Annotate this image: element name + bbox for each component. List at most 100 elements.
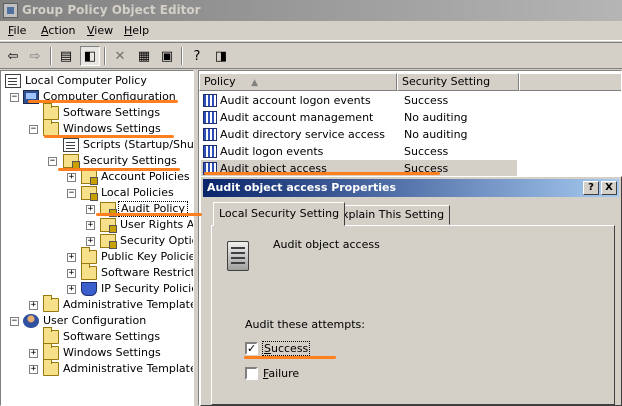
tree-item-user-configuration[interactable]: User Configuration (23, 313, 148, 329)
expand-icon[interactable]: + (86, 205, 95, 214)
up-folder-icon[interactable]: ▤ (56, 46, 76, 66)
collapse-icon[interactable]: − (10, 317, 19, 326)
tree-item-security-settings[interactable]: Security Settings (63, 153, 179, 169)
tree-item-label: IP Security Policies (101, 282, 194, 295)
menu-action[interactable]: Action (41, 24, 75, 37)
folder-icon (43, 343, 59, 360)
folder-icon (81, 263, 97, 280)
annotation-mark (58, 168, 180, 171)
forward-icon[interactable]: ⇨ (25, 46, 45, 66)
tree-item-user-rights[interactable]: User Rights As (100, 217, 193, 233)
collapse-icon[interactable]: − (48, 157, 57, 166)
menu-view[interactable]: View (87, 24, 113, 37)
collapse-icon[interactable]: − (10, 93, 19, 102)
expand-icon[interactable]: + (67, 253, 76, 262)
sort-ascending-icon: ▲ (251, 78, 259, 88)
tree-item-user-administrative-templates[interactable]: Administrative Templates (43, 359, 193, 377)
tree-item-label: User Configuration (43, 314, 147, 327)
tree-item-label: Security Settings (83, 154, 177, 167)
tree-item-label: Local Policies (101, 186, 174, 199)
tree-item-user-software-settings[interactable]: Software Settings (43, 327, 162, 345)
list-item[interactable]: Audit account logon events Success (201, 92, 517, 109)
window-title: Group Policy Object Editor (22, 3, 201, 17)
help-icon[interactable]: ? (187, 46, 207, 66)
console-icon[interactable]: ◨ (211, 46, 231, 66)
collapse-icon[interactable]: − (67, 189, 76, 198)
folder-icon (81, 247, 97, 264)
toolbar-separator (50, 47, 52, 65)
help-button[interactable]: ? (583, 181, 599, 195)
tab-label: Explain This Setting (335, 208, 445, 221)
expand-icon[interactable]: + (86, 237, 95, 246)
export-icon[interactable]: ▣ (157, 46, 177, 66)
expand-icon[interactable]: + (29, 349, 38, 358)
tab-label: Local Security Setting (219, 207, 340, 220)
audit-policy-icon (203, 94, 217, 107)
show-hide-tree-icon[interactable]: ◧ (80, 46, 100, 66)
back-icon[interactable]: ⇦ (3, 46, 23, 66)
tree-item-label: Local Computer Policy (25, 74, 147, 87)
expand-icon[interactable]: + (67, 269, 76, 278)
toolbar-separator (181, 47, 183, 65)
policy-title: Audit object access (273, 238, 380, 251)
policy-setting: Success (404, 94, 449, 107)
dialog-title-bar[interactable]: Audit object access Properties ? X (203, 179, 619, 197)
folder-icon (43, 295, 59, 312)
expand-icon[interactable]: + (67, 173, 76, 182)
column-header-security-setting[interactable]: Security Setting (397, 73, 519, 91)
tree-item-security-options[interactable]: Security Option (100, 233, 193, 249)
window-title-bar[interactable]: Group Policy Object Editor (0, 0, 622, 21)
close-button[interactable]: X (601, 181, 617, 195)
tree-item-local-policies[interactable]: Local Policies (81, 185, 176, 201)
tree-item-software-restriction[interactable]: Software Restrictic (81, 263, 194, 281)
shield-icon (81, 282, 97, 296)
script-icon (63, 138, 79, 152)
tree-item-administrative-templates[interactable]: Administrative Templates (43, 295, 194, 313)
list-item[interactable]: Audit account management No auditing (201, 109, 517, 126)
tree-item-user-windows-settings[interactable]: Windows Settings (43, 343, 163, 361)
failure-checkbox[interactable] (245, 367, 258, 380)
tree-item-label: Windows Settings (63, 122, 161, 135)
tree-item-software-settings[interactable]: Software Settings (43, 103, 162, 121)
success-label[interactable]: Success (262, 341, 311, 356)
column-header-blank (519, 73, 621, 91)
folder-icon (43, 327, 59, 344)
policy-name: Audit directory service access (220, 128, 386, 141)
audit-group-label: Audit these attempts: (245, 318, 365, 331)
app-icon (3, 3, 18, 18)
properties-icon[interactable]: ▦ (134, 46, 154, 66)
list-item[interactable]: Audit directory service access No auditi… (201, 126, 517, 143)
console-tree[interactable]: Local Computer Policy − Computer Configu… (0, 70, 194, 406)
toolbar-separator (104, 47, 106, 65)
policy-name: Audit account logon events (220, 94, 371, 107)
expand-icon[interactable]: + (29, 365, 38, 374)
tree-item-label: Software Restrictic (101, 266, 194, 279)
list-item[interactable]: Audit logon events Success (201, 143, 517, 160)
folder-icon (43, 119, 59, 136)
dialog-title: Audit object access Properties (207, 181, 397, 194)
tab-local-security-setting[interactable]: Local Security Setting (213, 202, 346, 226)
audit-policy-icon (203, 111, 217, 124)
tree-item-scripts[interactable]: Scripts (Startup/Shutdo (63, 137, 193, 153)
policy-setting: No auditing (404, 128, 468, 141)
server-icon (227, 241, 249, 271)
expand-icon[interactable]: + (86, 221, 95, 230)
expand-icon[interactable]: + (67, 285, 76, 294)
menu-help[interactable]: Help (124, 24, 149, 37)
delete-icon[interactable]: ✕ (110, 46, 130, 66)
tree-item-public-key-policies[interactable]: Public Key Policies (81, 247, 193, 265)
tree-item-ip-security-policies[interactable]: IP Security Policies (81, 281, 194, 297)
tree-item-label: Administrative Templates (63, 298, 194, 311)
success-checkbox[interactable]: ✓ (245, 342, 258, 355)
menu-file[interactable]: File (8, 24, 26, 37)
expand-icon[interactable]: + (29, 301, 38, 310)
failure-label[interactable]: Failure (263, 367, 299, 380)
tree-item-label: Security Option (120, 234, 193, 247)
tree-item-local-computer-policy[interactable]: Local Computer Policy (5, 73, 149, 89)
collapse-icon[interactable]: − (29, 125, 38, 134)
tab-explain-this-setting[interactable]: Explain This Setting (329, 205, 451, 225)
column-header-policy[interactable]: Policy ▲ (199, 73, 397, 91)
annotation-mark (244, 356, 336, 359)
tree-item-account-policies[interactable]: Account Policies (81, 169, 192, 185)
annotation-mark (96, 213, 202, 216)
